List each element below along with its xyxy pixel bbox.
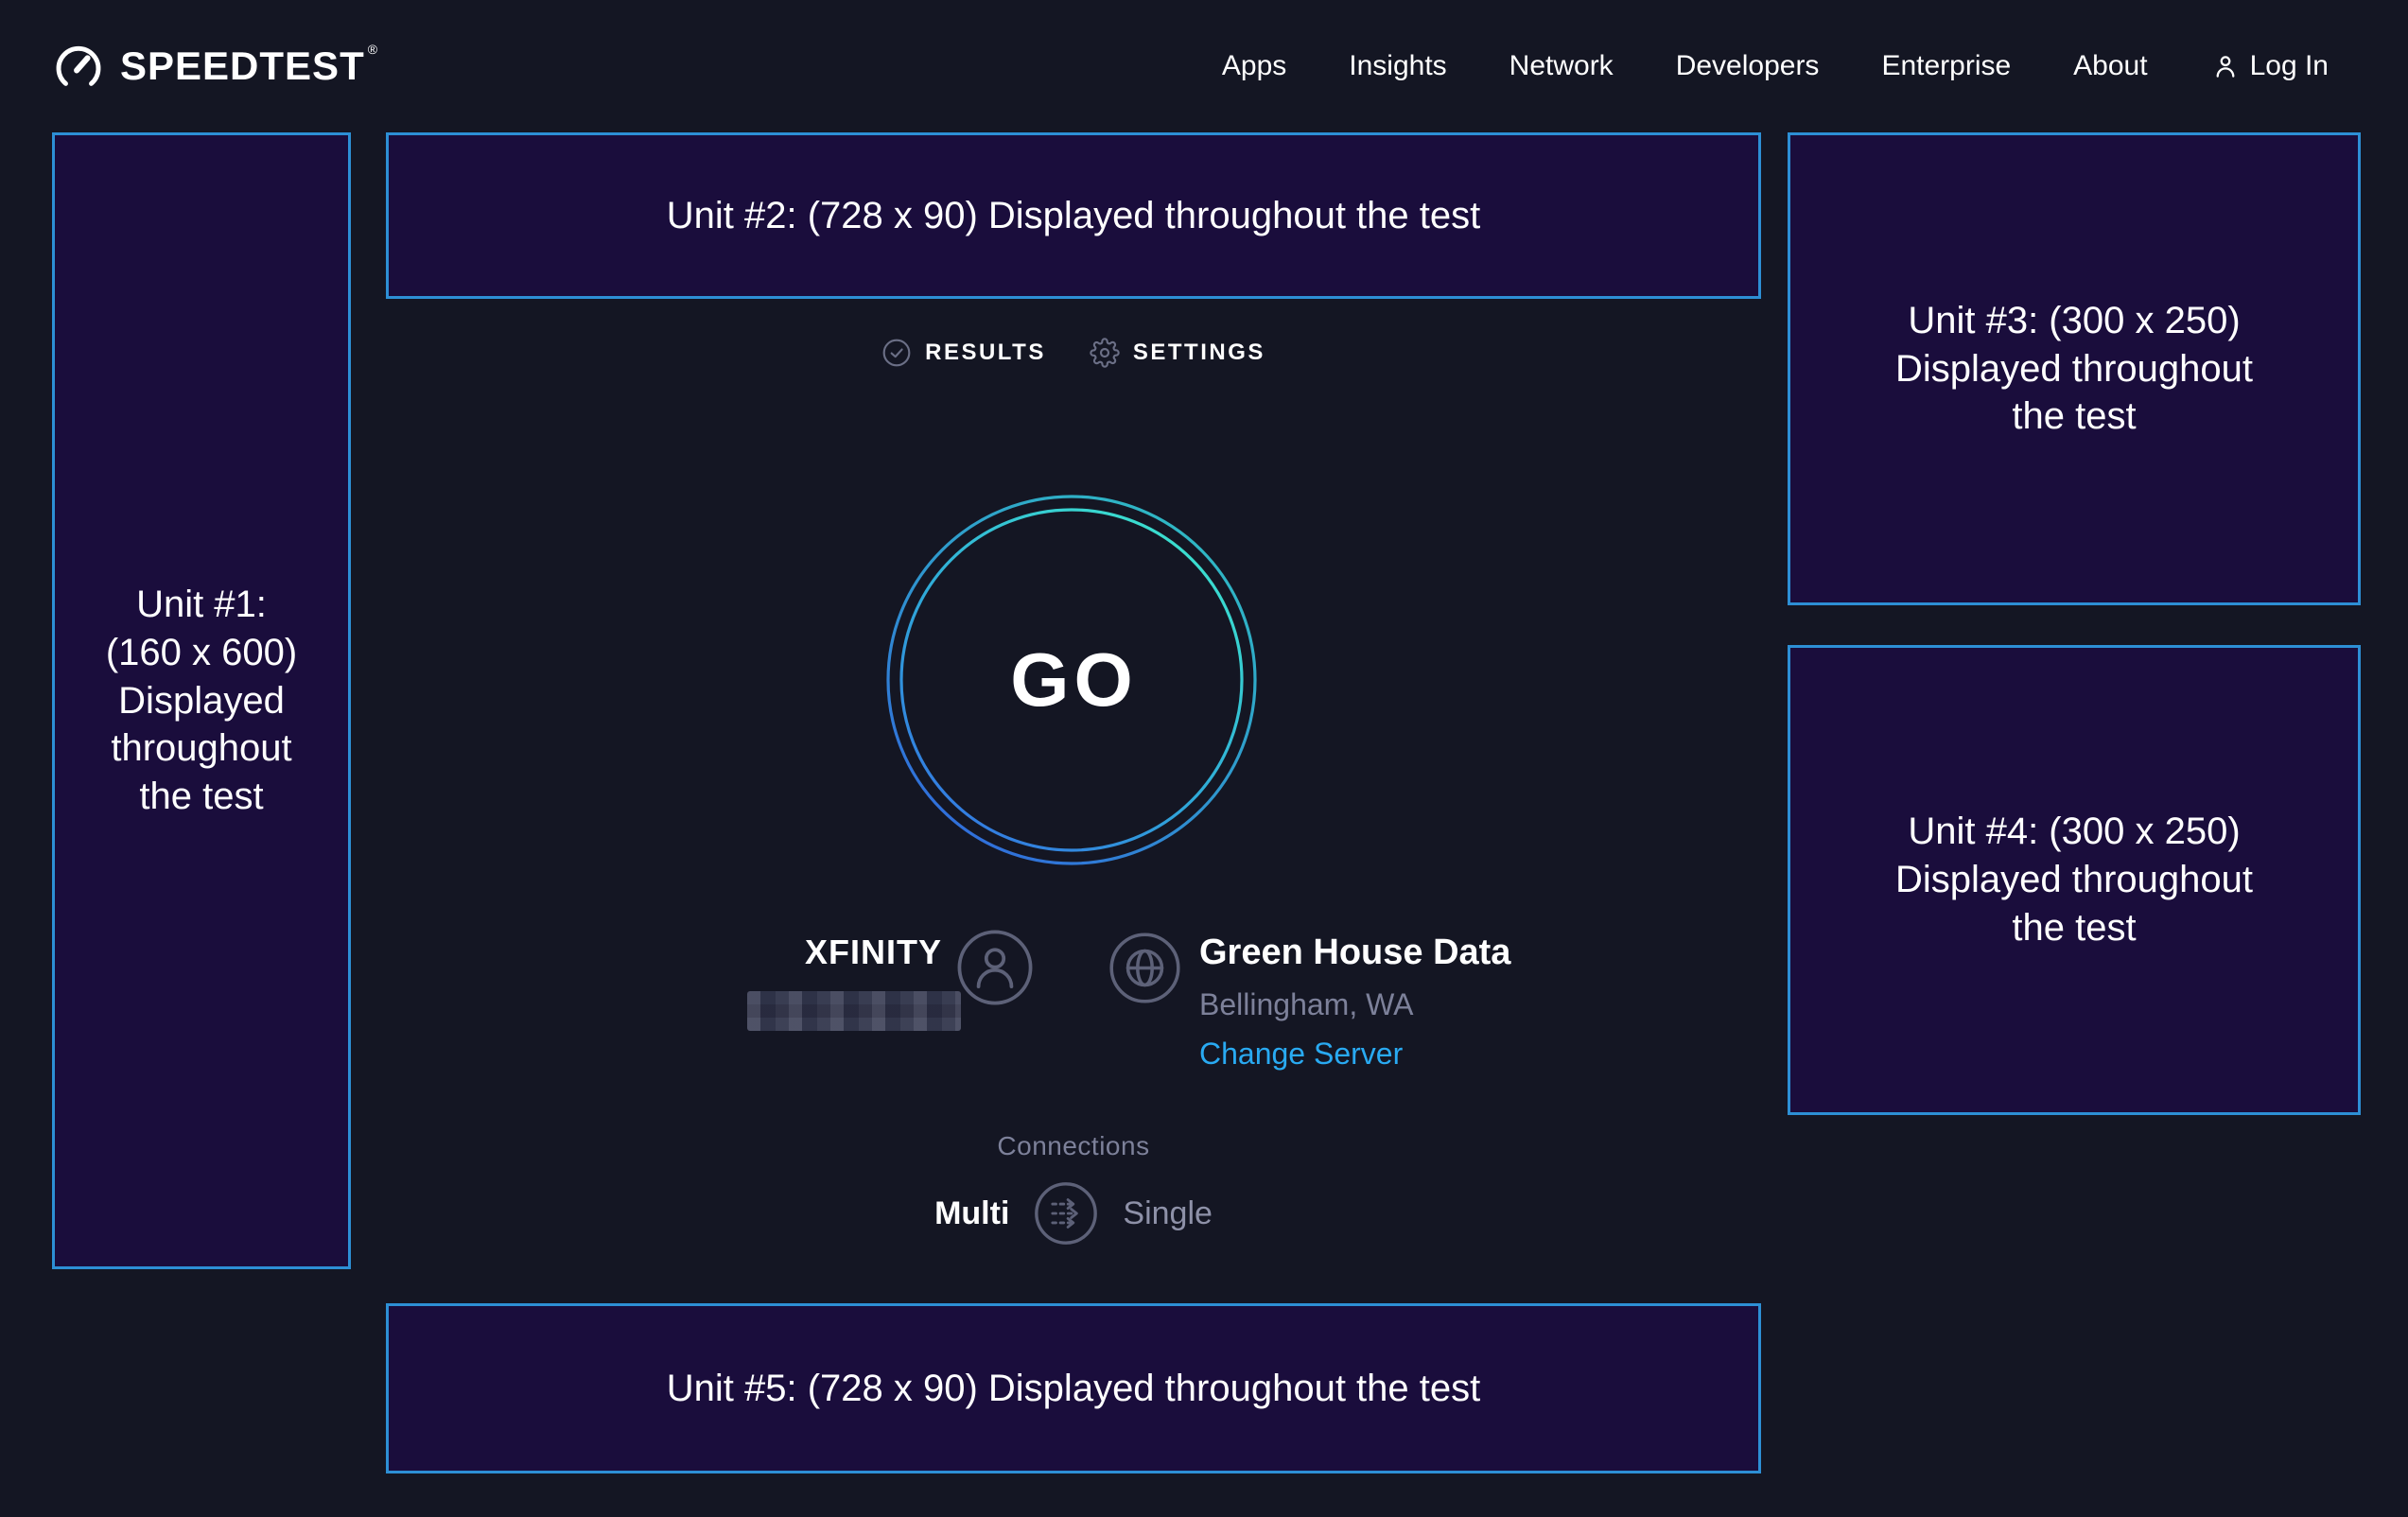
nav-item-insights[interactable]: Insights xyxy=(1349,50,1446,82)
nav-item-network[interactable]: Network xyxy=(1509,50,1614,82)
ad-unit-1-label: Unit #1: (160 x 600) Displayed throughou… xyxy=(106,581,297,821)
ad-unit-5[interactable]: Unit #5: (728 x 90) Displayed throughout… xyxy=(386,1303,1761,1473)
isp-user-icon[interactable] xyxy=(956,929,1034,1006)
speedtest-page: SPEEDTEST ® Apps Insights Network Develo… xyxy=(0,0,2408,1517)
main-nav: Apps Insights Network Developers Enterpr… xyxy=(1222,50,2329,82)
login-button[interactable]: Log In xyxy=(2210,50,2329,82)
connections-single-option[interactable]: Single xyxy=(1123,1195,1213,1232)
speedtest-logo[interactable]: SPEEDTEST ® xyxy=(52,40,378,93)
ad-unit-2-label: Unit #2: (728 x 90) Displayed throughout… xyxy=(667,192,1481,240)
results-settings-tabs: RESULTS SETTINGS xyxy=(386,333,1761,373)
connections-toggle-icon[interactable] xyxy=(1034,1181,1098,1246)
logo-text: SPEEDTEST xyxy=(120,44,365,89)
connections-multi-option[interactable]: Multi xyxy=(934,1195,1009,1232)
go-button[interactable]: GO xyxy=(884,493,1259,867)
gear-icon xyxy=(1090,338,1120,368)
server-info: Green House Data Bellingham, WA Change S… xyxy=(1199,932,1510,1072)
censored-ip-address xyxy=(747,991,961,1031)
tab-settings[interactable]: SETTINGS xyxy=(1090,338,1265,368)
logo-trademark: ® xyxy=(368,42,378,87)
ad-unit-4[interactable]: Unit #4: (300 x 250) Displayed throughou… xyxy=(1788,645,2361,1115)
connections-toggle-row: Multi Single xyxy=(386,1181,1761,1246)
tab-settings-label: SETTINGS xyxy=(1133,340,1265,366)
ad-unit-1[interactable]: Unit #1: (160 x 600) Displayed throughou… xyxy=(52,132,351,1269)
ad-unit-3[interactable]: Unit #3: (300 x 250) Displayed throughou… xyxy=(1788,132,2361,605)
nav-item-developers[interactable]: Developers xyxy=(1676,50,1820,82)
check-circle-icon xyxy=(881,338,912,368)
user-icon xyxy=(2210,51,2241,81)
ad-unit-3-label: Unit #3: (300 x 250) Displayed throughou… xyxy=(1895,297,2253,441)
logo-wordmark: SPEEDTEST ® xyxy=(120,44,378,89)
tab-results-label: RESULTS xyxy=(925,340,1046,366)
ad-unit-4-label: Unit #4: (300 x 250) Displayed throughou… xyxy=(1895,808,2253,951)
nav-item-apps[interactable]: Apps xyxy=(1222,50,1286,82)
tab-results[interactable]: RESULTS xyxy=(881,338,1046,368)
top-nav-bar: SPEEDTEST ® Apps Insights Network Develo… xyxy=(0,0,2408,132)
login-label: Log In xyxy=(2250,50,2329,82)
server-name: Green House Data xyxy=(1199,932,1510,973)
change-server-link[interactable]: Change Server xyxy=(1199,1036,1403,1072)
connections-title: Connections xyxy=(386,1131,1761,1161)
isp-name: XFINITY xyxy=(605,933,942,972)
nav-item-enterprise[interactable]: Enterprise xyxy=(1881,50,2011,82)
ad-unit-2[interactable]: Unit #2: (728 x 90) Displayed throughout… xyxy=(386,132,1761,299)
server-globe-icon[interactable] xyxy=(1108,932,1181,1004)
nav-item-about[interactable]: About xyxy=(2073,50,2147,82)
ad-unit-5-label: Unit #5: (728 x 90) Displayed throughout… xyxy=(667,1365,1481,1413)
speedometer-icon xyxy=(52,40,105,93)
go-button-label: GO xyxy=(884,493,1259,867)
server-location: Bellingham, WA xyxy=(1199,986,1510,1022)
